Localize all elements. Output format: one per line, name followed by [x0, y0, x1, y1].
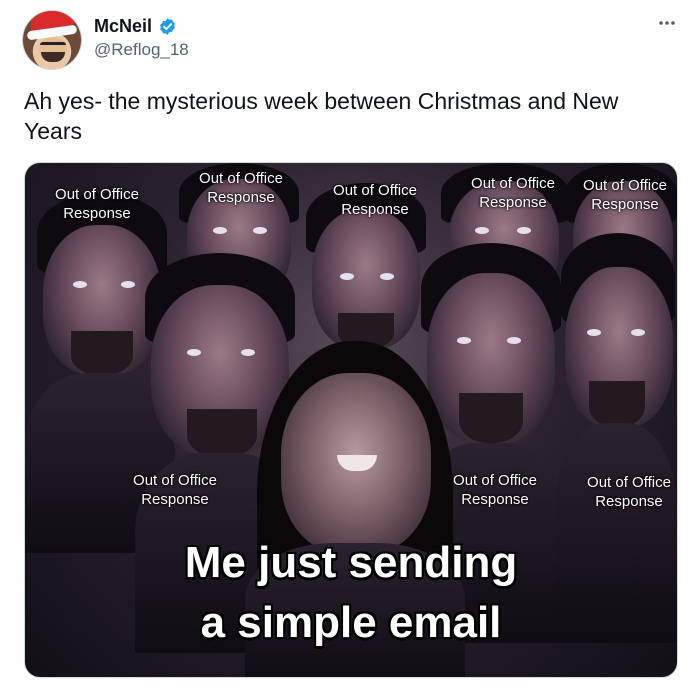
- meme-image[interactable]: Out of Office Response Out of Office Res…: [24, 162, 678, 678]
- tweet-text: Ah yes- the mysterious week between Chri…: [24, 88, 619, 144]
- more-dots-icon: [659, 21, 675, 25]
- author-display-name[interactable]: McNeil: [94, 16, 152, 37]
- avatar[interactable]: [22, 10, 82, 70]
- avatar-beard: [41, 52, 65, 62]
- meme-label: Out of Office Response: [471, 175, 555, 211]
- tweet-card: McNeil @Reflog_18 Ah yes- the mysterious…: [0, 0, 700, 692]
- meme-label: Out of Office Response: [583, 177, 667, 213]
- meme-caption-line2: a simple email: [200, 598, 502, 647]
- more-options-icon[interactable]: [656, 12, 678, 34]
- meme-label: Out of Office Response: [453, 472, 537, 508]
- meme-label: Out of Office Response: [133, 472, 217, 508]
- meme-label: Out of Office Response: [55, 186, 139, 222]
- avatar-glasses: [40, 42, 66, 51]
- meme-label: Out of Office Response: [199, 170, 283, 206]
- author-name-row: McNeil: [94, 16, 177, 37]
- author-handle[interactable]: @Reflog_18: [94, 40, 189, 60]
- meme-label: Out of Office Response: [333, 182, 417, 218]
- meme-label: Out of Office Response: [587, 474, 671, 510]
- meme-caption-line1: Me just sending: [184, 538, 518, 587]
- verified-badge-icon: [160, 18, 175, 35]
